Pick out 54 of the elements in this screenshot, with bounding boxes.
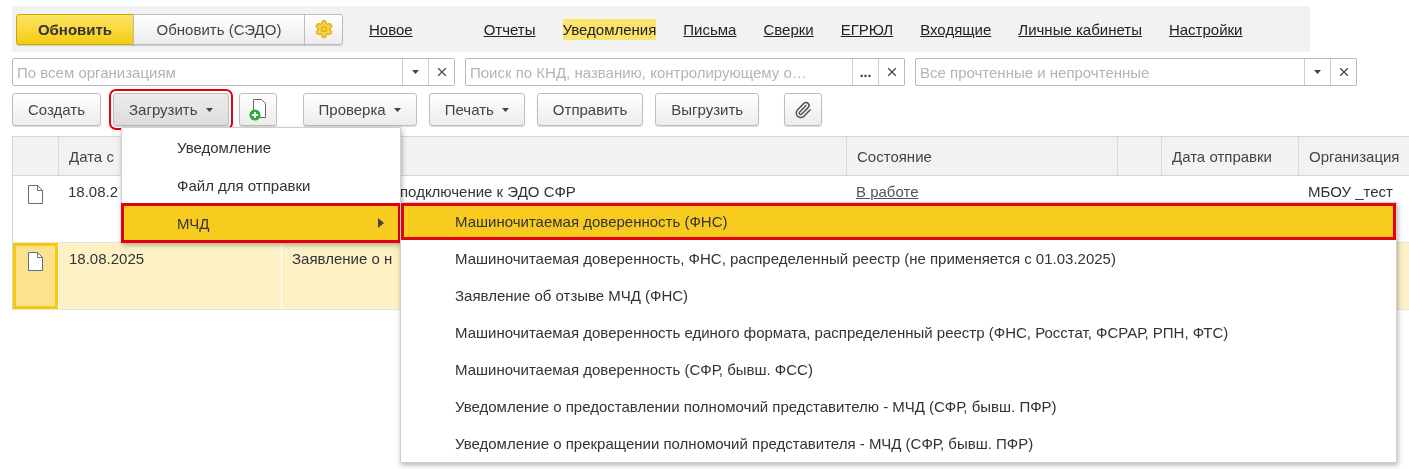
filter-field[interactable]: Все прочтенные и непрочтенные <box>916 59 1304 85</box>
column-header: Организация <box>1298 137 1409 175</box>
menu-item[interactable]: Машиночитаемая доверенность (ФНС) <box>401 203 1396 240</box>
nav-link[interactable]: Сверки <box>763 18 814 40</box>
table-cell: Заявление о н <box>292 250 393 267</box>
clear-button[interactable] <box>428 59 454 85</box>
nav-link[interactable]: Входящие <box>920 18 992 40</box>
action-button[interactable]: Создать <box>12 93 101 126</box>
action-button[interactable]: Отправить <box>536 93 644 126</box>
menu-item[interactable]: Машиночитаемая доверенность единого формата, распределенный реестр (ФНС, Росстат, ФСРАР, РПН, ФТС) <box>401 314 1396 351</box>
refresh-button[interactable]: Обновить <box>16 13 134 45</box>
menu-item[interactable]: Заявление об отзыве МЧД (ФНС) <box>401 277 1396 314</box>
filter-box[interactable]: Все прочтенные и непрочтенные <box>915 58 1357 86</box>
paperclip-icon <box>794 100 813 119</box>
menu-item[interactable]: МЧД <box>122 204 400 242</box>
nav-link[interactable]: Новое <box>369 18 413 40</box>
search-field[interactable]: Поиск по КНД, названию, контролирующему о… <box>466 59 852 85</box>
menu-button[interactable]: Проверка <box>302 93 417 126</box>
nav-link[interactable]: Отчеты <box>483 18 536 40</box>
menu-button[interactable]: Печать <box>428 93 525 126</box>
settings-icon <box>313 19 334 39</box>
column-header: Состояние <box>846 137 1117 175</box>
clear-button[interactable] <box>878 59 904 85</box>
action-button[interactable]: Выгрузить <box>655 93 760 126</box>
document-icon <box>28 185 43 204</box>
nav-link[interactable]: Личные кабинеты <box>1018 18 1142 40</box>
caret-icon <box>1314 70 1321 74</box>
nav-link[interactable]: Уведомления <box>562 18 657 40</box>
caret-icon <box>412 70 419 74</box>
nav-link[interactable]: ЕГРЮЛ <box>840 18 894 40</box>
table-cell: 18.08.2 <box>68 183 119 200</box>
table-cell: подключение к ЭДО СФР <box>400 183 576 200</box>
nav-link[interactable]: Письма <box>683 18 737 40</box>
clear-button[interactable] <box>1330 59 1356 85</box>
table-cell: 18.08.2025 <box>69 250 145 267</box>
menu-item[interactable]: Машиночитаемая доверенность, ФНС, распределенный реестр (не применяется с 01.03.2025) <box>401 240 1396 277</box>
caret-icon <box>501 107 509 112</box>
column-header: Дата отправки <box>1161 137 1298 175</box>
refresh-button[interactable]: Обновить (СЭДО) <box>133 13 305 45</box>
menu-item[interactable]: Машиночитаемая доверенность (СФР, бывш. ФСС) <box>401 351 1396 388</box>
table-cell: МБОУ _тест <box>1308 183 1393 200</box>
caret-icon <box>205 107 213 112</box>
add-file-button[interactable] <box>238 93 277 126</box>
add-file-icon <box>248 98 267 121</box>
caret-icon <box>393 107 401 112</box>
document-icon <box>28 252 43 271</box>
filter-field[interactable]: По всем организациям <box>13 59 402 85</box>
attach-button[interactable] <box>784 93 823 126</box>
menu-item[interactable]: Уведомление о прекращении полномочий представителя - МЧД (СФР, бывш. ПФР) <box>401 425 1396 462</box>
filter-box[interactable]: По всем организациям <box>12 58 455 86</box>
menu-item[interactable]: Уведомление о предоставлении полномочий представителю - МЧД (СФР, бывш. ПФР) <box>401 388 1396 425</box>
nav-link[interactable]: Настройки <box>1168 18 1243 40</box>
status-link[interactable]: В работе <box>856 183 919 200</box>
search-box[interactable]: Поиск по КНД, названию, контролирующему о… ... <box>465 58 905 86</box>
